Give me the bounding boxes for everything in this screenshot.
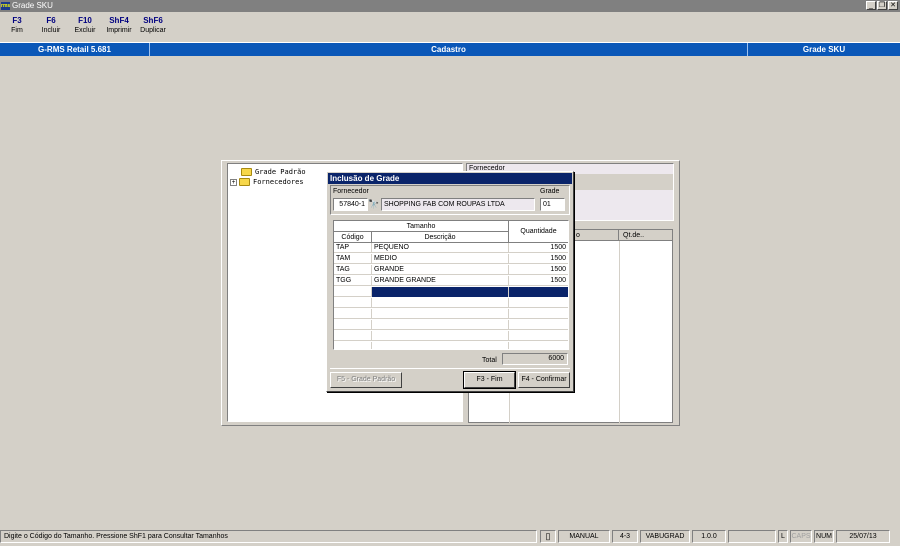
clipboard-icon[interactable]: ▯ — [540, 530, 556, 543]
table-row-empty[interactable] — [334, 298, 568, 308]
fkey-fim-button[interactable]: F3 Fim — [0, 16, 34, 40]
fkey-code: ShF6 — [143, 16, 163, 25]
total-label: Total — [482, 357, 497, 364]
status-program: VABUGRAD — [640, 530, 690, 543]
expand-plus-icon[interactable]: + — [230, 178, 237, 186]
fkey-imprimir-button[interactable]: ShF4 Imprimir — [102, 16, 136, 40]
quantidade-cell: 1500 — [550, 266, 566, 273]
fkey-code: F6 — [46, 16, 56, 25]
quantidade-cell: 1500 — [550, 277, 566, 284]
dialog-title: Inclusão de Grade — [328, 173, 572, 184]
status-date: 25/07/13 — [836, 530, 890, 543]
fornecedor-code-input[interactable]: 57840-1 — [333, 198, 368, 211]
dialog-separator — [330, 368, 570, 369]
fkey-label: Duplicar — [140, 27, 166, 34]
descricao-cell: GRANDE — [372, 265, 509, 275]
tamanho-table[interactable]: Tamanho Código Descrição Quantidade TAP … — [333, 220, 569, 350]
descricao-cell: MEDIO — [372, 254, 509, 264]
tree-item-fornecedores[interactable]: + Fornecedores — [230, 177, 304, 187]
folder-icon — [239, 178, 250, 186]
column-header-qtde: Qt.de.. — [623, 232, 645, 239]
codigo-cell: TAG — [334, 265, 372, 275]
status-empty — [728, 530, 776, 543]
fkey-label: Incluir — [41, 27, 61, 34]
codigo-cell: TAP — [334, 243, 372, 253]
status-version: 1.0.0 — [692, 530, 726, 543]
fkey-code: ShF4 — [109, 16, 129, 25]
table-row[interactable]: TAP PEQUENO 1500 — [334, 243, 568, 253]
window-titlebar: rms Grade SKU _ ❐ ✕ — [0, 0, 900, 12]
grade-padrao-button[interactable]: F5 - Grade Padrão — [330, 372, 402, 388]
folder-icon — [241, 168, 252, 176]
quantidade-cell: 1500 — [550, 255, 566, 262]
status-mode: MANUAL — [558, 530, 610, 543]
table-row[interactable]: TAG GRANDE 1500 — [334, 265, 568, 275]
tree-item-label: Grade Padrão — [255, 168, 306, 176]
descricao-cell: PEQUENO — [372, 243, 509, 253]
restore-icon[interactable]: ❐ — [877, 1, 887, 10]
codigo-cell: TGG — [334, 276, 372, 286]
product-name: G-RMS Retail 5.681 — [0, 43, 150, 56]
table-row-empty[interactable] — [334, 320, 568, 330]
descricao-cell-selected — [372, 287, 509, 297]
tree-item-label: Fornecedores — [253, 178, 304, 186]
fkey-code: F10 — [78, 16, 92, 25]
fornecedor-field-label: Fornecedor — [333, 188, 369, 195]
grade-field-label: Grade — [540, 188, 560, 195]
fkey-duplicar-button[interactable]: ShF6 Duplicar — [136, 16, 170, 40]
fkey-excluir-button[interactable]: F10 Excluir — [68, 16, 102, 40]
table-row[interactable]: TAM MEDIO 1500 — [334, 254, 568, 264]
status-message: Digite o Código do Tamanho. Pressione Sh… — [0, 530, 537, 543]
status-bar: Digite o Código do Tamanho. Pressione Sh… — [0, 528, 900, 546]
fkey-label: Imprimir — [106, 27, 132, 34]
tamanho-group-header: Tamanho — [334, 221, 509, 232]
binoculars-icon[interactable]: 🔭 — [368, 198, 380, 211]
header-bar: G-RMS Retail 5.681 Cadastro Grade SKU — [0, 42, 900, 56]
window-controls: _ ❐ ✕ — [866, 1, 898, 10]
confirmar-button[interactable]: F4 - Confirmar — [518, 372, 570, 388]
function-key-toolbar: F3 Fim F6 Incluir F10 Excluir ShF4 Impri… — [0, 16, 170, 40]
section-name: Cadastro — [150, 43, 748, 56]
fkey-label: Fim — [11, 27, 23, 34]
table-row[interactable]: TGG GRANDE GRANDE 1500 — [334, 276, 568, 286]
table-row-empty[interactable] — [334, 309, 568, 319]
quantidade-column-header: Quantidade — [509, 221, 568, 243]
codigo-column-header: Código — [334, 232, 372, 243]
minimize-icon[interactable]: _ — [866, 1, 876, 10]
total-value: 6000 — [502, 353, 568, 365]
fim-button[interactable]: F3 - Fim — [463, 371, 516, 389]
status-version-code: 4-3 — [612, 530, 638, 543]
table-row-empty[interactable] — [334, 331, 568, 341]
grid-line — [619, 241, 620, 423]
app-icon: rms — [1, 2, 11, 10]
codigo-cell-editing[interactable] — [334, 287, 372, 297]
close-icon[interactable]: ✕ — [888, 1, 898, 10]
status-num: NUM — [814, 530, 834, 543]
quantidade-cell: 1500 — [550, 244, 566, 251]
screen-name: Grade SKU — [802, 45, 846, 54]
grade-input[interactable]: 01 — [540, 198, 565, 211]
status-l: L — [778, 530, 788, 543]
fkey-incluir-button[interactable]: F6 Incluir — [34, 16, 68, 40]
descricao-column-header: Descrição — [372, 232, 509, 243]
descricao-cell: GRANDE GRANDE — [372, 276, 509, 286]
tree-item-grade-padrao[interactable]: Grade Padrão — [241, 167, 306, 177]
fornecedor-name-field: SHOPPING FAB COM ROUPAS LTDA — [381, 198, 535, 211]
codigo-cell: TAM — [334, 254, 372, 264]
table-row-empty[interactable] — [334, 342, 568, 349]
fkey-code: F3 — [12, 16, 22, 25]
window-title: Grade SKU — [12, 1, 53, 10]
status-caps: CAPS — [790, 530, 812, 543]
table-row-new[interactable] — [334, 287, 568, 297]
quantidade-cell-selected — [509, 287, 568, 297]
fkey-label: Excluir — [74, 27, 96, 34]
